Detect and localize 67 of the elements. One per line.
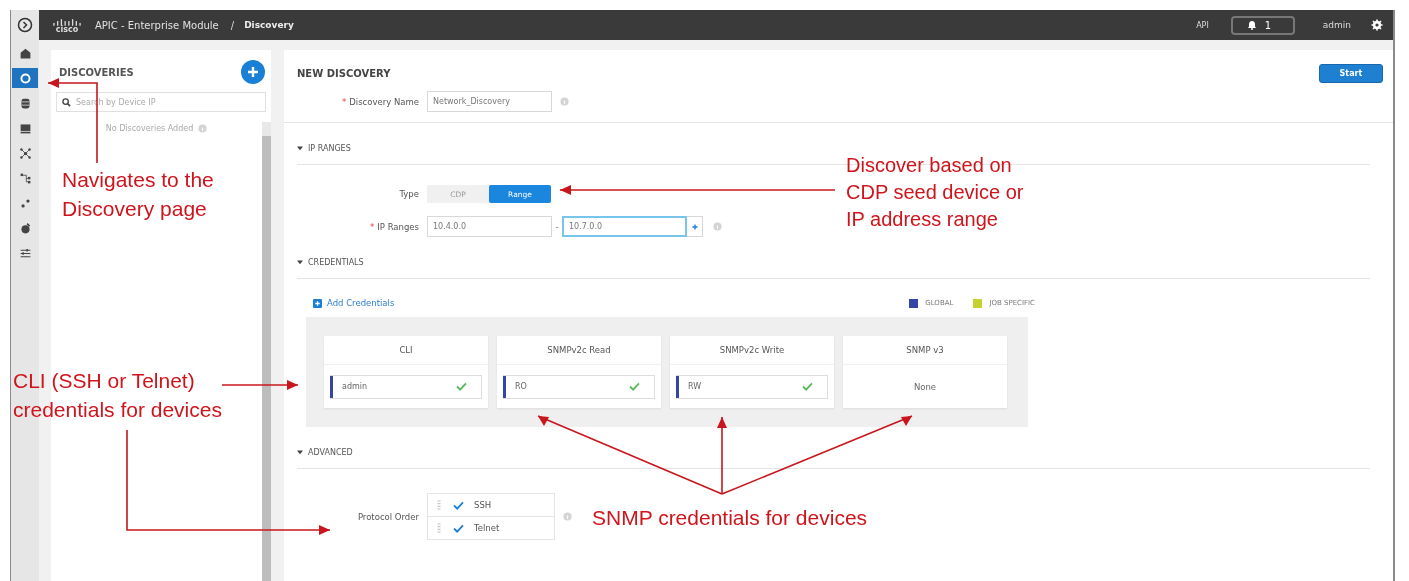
info-icon (560, 97, 569, 106)
add-icon[interactable] (241, 60, 265, 84)
nav-item[interactable] (12, 68, 38, 88)
database-icon (18, 96, 32, 110)
range-end-field[interactable]: 10.7.0.0 (562, 216, 687, 237)
card-title: SNMPv2c Write (670, 336, 834, 365)
user-menu[interactable]: admin (1322, 20, 1351, 30)
settings-icon[interactable] (1371, 19, 1383, 31)
caret-down-icon[interactable] (297, 145, 303, 151)
network-icon (18, 146, 32, 160)
annotation-text: SNMP credentials for devices (592, 505, 868, 531)
annotation-text: Discover based on CDP seed device or IP address range (846, 153, 1024, 232)
breadcrumb-separator: / (230, 19, 235, 31)
caret-down-icon[interactable] (297, 259, 303, 265)
protocol-item[interactable]: SSH (428, 494, 554, 516)
protocol-item[interactable]: Telnet (428, 516, 554, 539)
notifications-button[interactable]: 1 (1230, 15, 1295, 35)
annotation-text: CLI (SSH or Telnet) credentials for devices (13, 368, 222, 423)
drag-handle-icon[interactable] (437, 523, 441, 533)
section-heading[interactable]: IP RANGES (308, 143, 351, 153)
check-icon[interactable] (453, 523, 464, 533)
range-start-field[interactable]: 10.4.0.0 (427, 216, 552, 237)
section-heading[interactable]: ADVANCED (308, 447, 353, 457)
credential-entry[interactable]: admin (330, 374, 482, 399)
topology-icon (18, 171, 32, 185)
api-link[interactable]: API (1196, 20, 1209, 30)
info-icon (713, 222, 722, 231)
plus-icon (691, 223, 698, 230)
info-icon (563, 512, 572, 521)
check-icon[interactable] (453, 500, 464, 510)
required-marker: * (370, 221, 375, 232)
expand-icon[interactable] (17, 17, 33, 33)
required-marker: * (341, 96, 347, 107)
credential-entry[interactable]: RW (676, 374, 828, 399)
card-value: None (913, 381, 937, 392)
credential-entry[interactable]: RO (503, 374, 655, 399)
card-title: SNMP v3 (843, 336, 1007, 365)
field-label: Type (399, 189, 419, 199)
drag-handle-icon[interactable] (437, 500, 441, 510)
field-label: Protocol Order (357, 511, 419, 522)
add-credentials-link[interactable]: Add Credentials (313, 298, 395, 308)
form-title: NEW DISCOVERY (297, 67, 391, 79)
sliders-icon (18, 246, 32, 260)
field-label: IP Ranges (377, 221, 419, 232)
page-title: Discovery (244, 20, 294, 30)
section-heading[interactable]: CREDENTIALS (308, 257, 364, 267)
annotation-text: Navigates to the Discovery page (62, 167, 214, 222)
product-name[interactable]: APIC - Enterprise Module (95, 19, 219, 31)
home-icon (18, 46, 32, 60)
panel-title: DISCOVERIES (59, 66, 134, 78)
ring-icon (18, 71, 32, 85)
field-label: Discovery Name (349, 96, 419, 107)
logo-text: cisco (55, 25, 79, 33)
search-icon (62, 98, 71, 107)
range-separator: - (554, 221, 560, 232)
info-icon (198, 124, 208, 133)
caret-down-icon[interactable] (297, 449, 303, 455)
plus-square-icon (313, 298, 322, 308)
name-field[interactable]: Network_Discovery (427, 91, 552, 112)
logo-bars-icon (53, 17, 81, 26)
start-button[interactable]: Start (1319, 63, 1383, 83)
card-title: CLI (324, 336, 488, 365)
bell-icon (1246, 20, 1257, 30)
empty-message: No Discoveries Added (105, 124, 194, 133)
monitor-icon (18, 121, 32, 135)
add-range-button[interactable] (687, 216, 703, 237)
card-title: SNMPv2c Read (497, 336, 661, 365)
